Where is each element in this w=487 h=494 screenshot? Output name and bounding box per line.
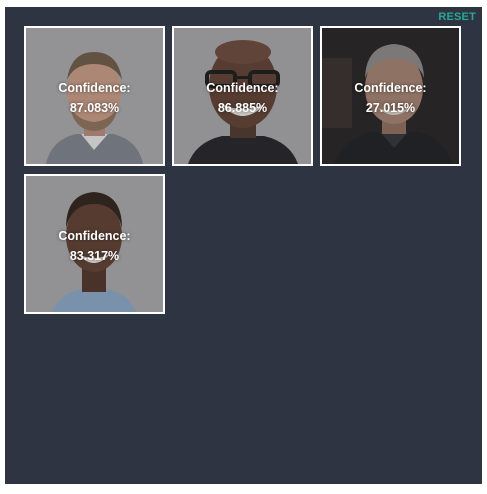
face-card-3[interactable]: Confidence: 27.015% — [320, 26, 461, 166]
face-card-4[interactable]: Confidence: 83.317% — [24, 174, 165, 314]
app-panel: RESET Confidence: 87.083% Confidence: 86… — [5, 7, 482, 484]
confidence-label-4: Confidence: 83.317% — [26, 226, 163, 266]
confidence-value: 86.885% — [217, 101, 268, 115]
confidence-value: 83.317% — [69, 249, 120, 263]
confidence-caption: Confidence: — [354, 81, 427, 95]
confidence-value: 27.015% — [365, 101, 416, 115]
reset-button[interactable]: RESET — [438, 11, 476, 23]
face-card-2[interactable]: Confidence: 86.885% — [172, 26, 313, 166]
confidence-caption: Confidence: — [58, 81, 131, 95]
face-card-1[interactable]: Confidence: 87.083% — [24, 26, 165, 166]
confidence-caption: Confidence: — [206, 81, 279, 95]
confidence-value: 87.083% — [69, 101, 120, 115]
confidence-caption: Confidence: — [58, 229, 131, 243]
confidence-label-1: Confidence: 87.083% — [26, 78, 163, 118]
confidence-label-2: Confidence: 86.885% — [174, 78, 311, 118]
confidence-label-3: Confidence: 27.015% — [322, 78, 459, 118]
